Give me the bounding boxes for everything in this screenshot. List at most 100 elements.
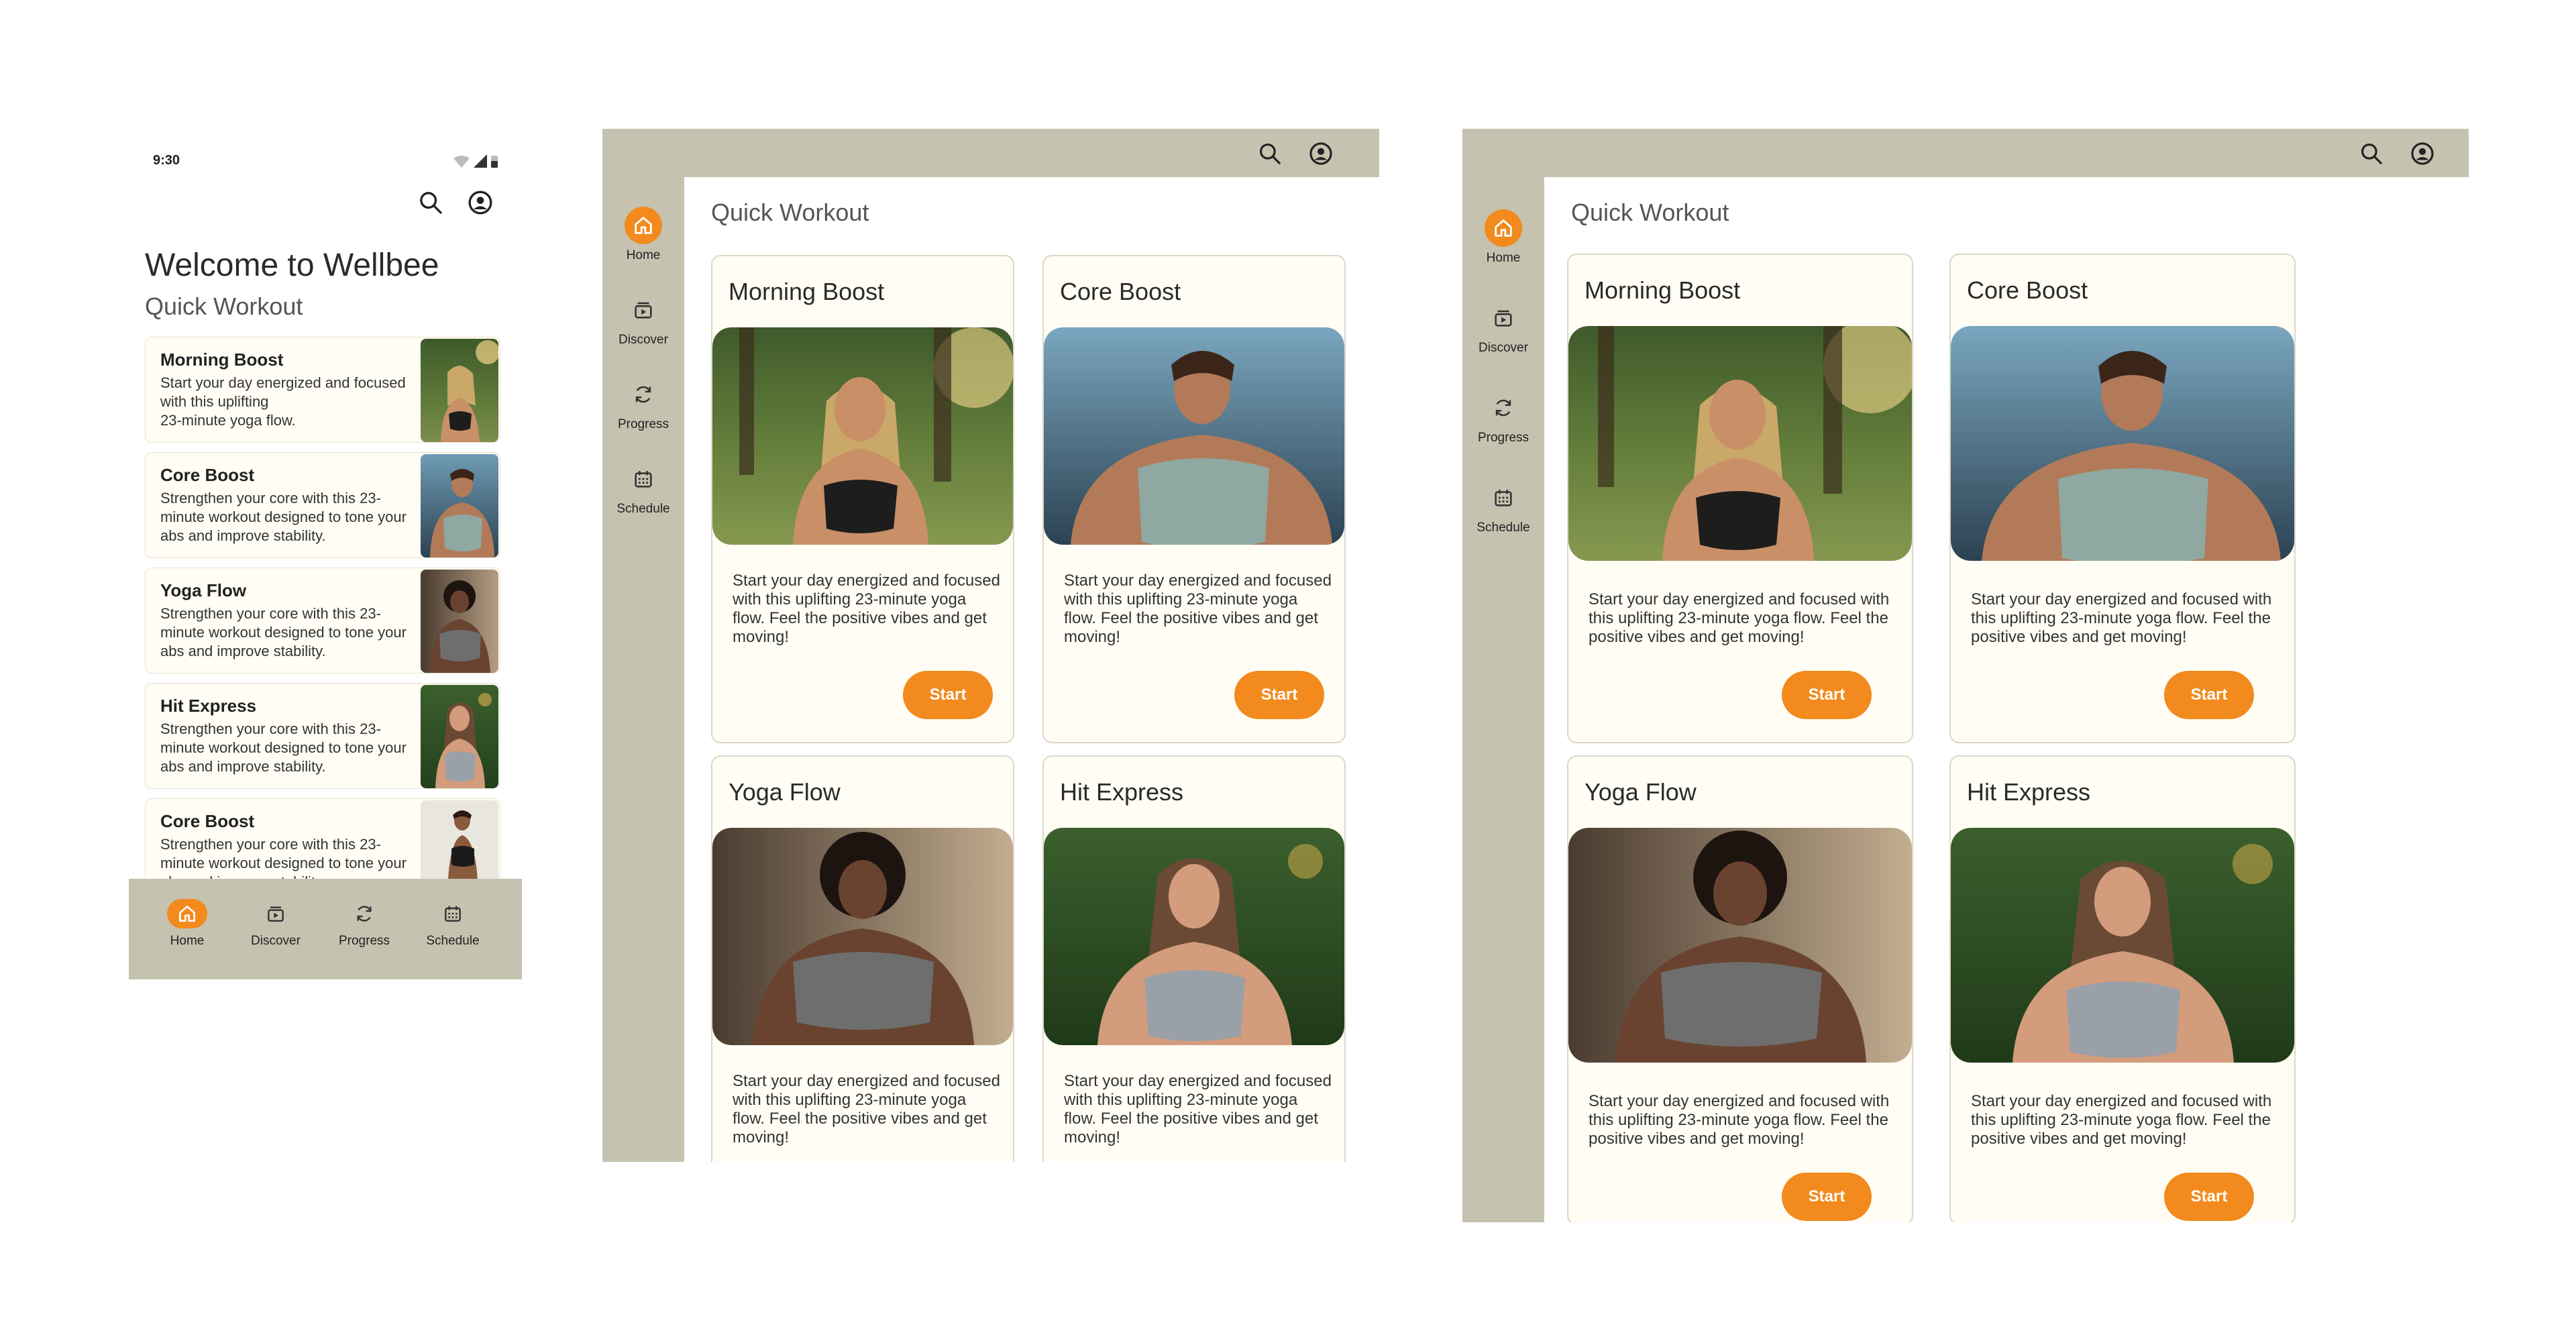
welcome-title: Welcome to Wellbee	[145, 248, 439, 283]
workout-card[interactable]: Morning Boost Start your day energized a…	[1567, 254, 1913, 743]
nav-label: Progress	[338, 934, 390, 948]
list-item[interactable]: Core Boost Strengthen your core with thi…	[145, 452, 500, 558]
nav-discover[interactable]: Discover	[239, 899, 313, 949]
calendar-icon	[445, 906, 461, 922]
content-area: Quick Workout Morning Boost Start your d…	[1544, 177, 2469, 1222]
workout-thumbnail	[421, 339, 498, 442]
list-item-title: Hit Express	[160, 696, 257, 716]
workout-list: Morning Boost Start your day energized a…	[145, 337, 500, 879]
list-item[interactable]: Yoga Flow Strengthen your core with this…	[145, 568, 500, 674]
card-title: Yoga Flow	[1585, 778, 1697, 806]
tablet-screen-small: Home Discover Progress Schedule Quick Wo…	[602, 129, 1379, 1162]
list-item[interactable]: Core Boost Strengthen your core with thi…	[145, 798, 500, 879]
start-button[interactable]: Start	[1782, 1173, 1872, 1221]
card-desc: Start your day energized and focused wit…	[733, 572, 1000, 646]
nav-label: Discover	[251, 934, 301, 948]
wifi-icon	[453, 156, 470, 168]
tablet-screen-large: Home Discover Progress Schedule Quick Wo…	[1462, 129, 2469, 1222]
progress-icon	[635, 386, 651, 403]
start-button[interactable]: Start	[903, 671, 993, 719]
nav-schedule[interactable]: Schedule	[416, 899, 490, 949]
workout-thumbnail	[421, 685, 498, 788]
discover-icon	[1495, 310, 1512, 327]
list-item-title: Core Boost	[160, 465, 255, 485]
nav-progress[interactable]: Progress	[602, 376, 684, 432]
nav-schedule[interactable]: Schedule	[602, 460, 684, 517]
nav-discover[interactable]: Discover	[1462, 299, 1544, 356]
start-button[interactable]: Start	[2164, 671, 2254, 719]
section-title: Quick Workout	[711, 199, 869, 226]
card-title: Core Boost	[1967, 276, 2088, 304]
nav-label: Discover	[1479, 341, 1528, 355]
progress-icon	[357, 906, 372, 922]
nav-progress[interactable]: Progress	[1462, 389, 1544, 445]
card-title: Morning Boost	[1585, 276, 1741, 304]
workout-image	[1568, 828, 1912, 1063]
workout-card[interactable]: Yoga Flow Start your day energized and f…	[1567, 755, 1913, 1222]
start-button[interactable]: Start	[1782, 671, 1872, 719]
nav-label: Progress	[1477, 431, 1529, 445]
card-desc: Start your day energized and focused wit…	[1971, 1092, 2272, 1148]
home-icon	[635, 217, 652, 234]
list-item-desc: Strengthen your core with this 23-minute…	[160, 836, 407, 879]
list-item[interactable]: Hit Express Strengthen your core with th…	[145, 683, 500, 789]
start-button[interactable]: Start	[2164, 1173, 2254, 1221]
list-item-desc: Strengthen your core with this 23-minute…	[160, 720, 407, 775]
list-item-title: Morning Boost	[160, 350, 284, 370]
account-icon[interactable]	[2410, 141, 2435, 166]
discover-icon	[635, 302, 652, 319]
nav-active-indicator	[167, 899, 207, 928]
nav-label: Home	[170, 934, 205, 948]
phone-screen: 9:30 Welcome to Wellbee Quick Workout Mo…	[129, 134, 522, 979]
account-icon[interactable]	[1308, 141, 1334, 166]
progress-icon	[1495, 399, 1511, 417]
nav-discover[interactable]: Discover	[602, 291, 684, 347]
search-icon[interactable]	[417, 189, 444, 216]
workout-image	[1951, 326, 2294, 561]
nav-label: Discover	[619, 333, 668, 347]
card-desc: Start your day energized and focused wit…	[1589, 1092, 1890, 1148]
calendar-icon	[1495, 489, 1512, 506]
nav-label: Progress	[617, 417, 669, 431]
card-title: Hit Express	[1060, 778, 1184, 806]
workout-image	[1044, 327, 1344, 545]
search-icon[interactable]	[2359, 141, 2384, 166]
workout-card[interactable]: Morning Boost Start your day energized a…	[711, 255, 1014, 743]
signal-icon	[474, 154, 487, 168]
nav-home[interactable]: Home	[602, 207, 684, 263]
card-title: Yoga Flow	[729, 778, 841, 806]
status-icons	[452, 153, 499, 172]
workout-card[interactable]: Hit Express Start your day energized and…	[1949, 755, 2296, 1222]
discover-icon	[268, 906, 284, 922]
nav-label: Schedule	[1477, 521, 1530, 535]
card-title: Hit Express	[1967, 778, 2091, 806]
workout-card[interactable]: Yoga Flow Start your day energized and f…	[711, 755, 1014, 1162]
start-button[interactable]: Start	[1234, 671, 1324, 719]
nav-progress[interactable]: Progress	[327, 899, 401, 949]
section-title: Quick Workout	[145, 292, 303, 320]
card-desc: Start your day energized and focused wit…	[1064, 572, 1332, 646]
search-icon[interactable]	[1257, 141, 1283, 166]
card-desc: Start your day energized and focused wit…	[1064, 1072, 1332, 1146]
section-title: Quick Workout	[1571, 199, 1729, 226]
account-icon[interactable]	[467, 189, 494, 216]
list-item-desc: Strengthen your core with this 23-minute…	[160, 490, 407, 544]
content-area: Quick Workout Morning Boost Start your d…	[684, 177, 1379, 1162]
list-item-desc: Strengthen your core with this 23-minute…	[160, 605, 407, 659]
card-desc: Start your day energized and focused wit…	[733, 1072, 1000, 1146]
workout-card[interactable]: Core Boost Start your day energized and …	[1042, 255, 1346, 743]
workout-card[interactable]: Core Boost Start your day energized and …	[1949, 254, 2296, 743]
calendar-icon	[635, 470, 652, 488]
nav-home[interactable]: Home	[150, 899, 224, 949]
list-item-title: Core Boost	[160, 811, 255, 831]
list-item[interactable]: Morning Boost Start your day energized a…	[145, 337, 500, 443]
nav-schedule[interactable]: Schedule	[1462, 479, 1544, 535]
nav-label: Home	[626, 248, 661, 262]
workout-card[interactable]: Hit Express Start your day energized and…	[1042, 755, 1346, 1162]
home-icon	[179, 906, 195, 922]
nav-label: Schedule	[616, 502, 670, 516]
workout-image	[712, 327, 1013, 545]
nav-home[interactable]: Home	[1462, 209, 1544, 266]
workout-image	[712, 828, 1013, 1045]
status-time: 9:30	[153, 153, 180, 168]
